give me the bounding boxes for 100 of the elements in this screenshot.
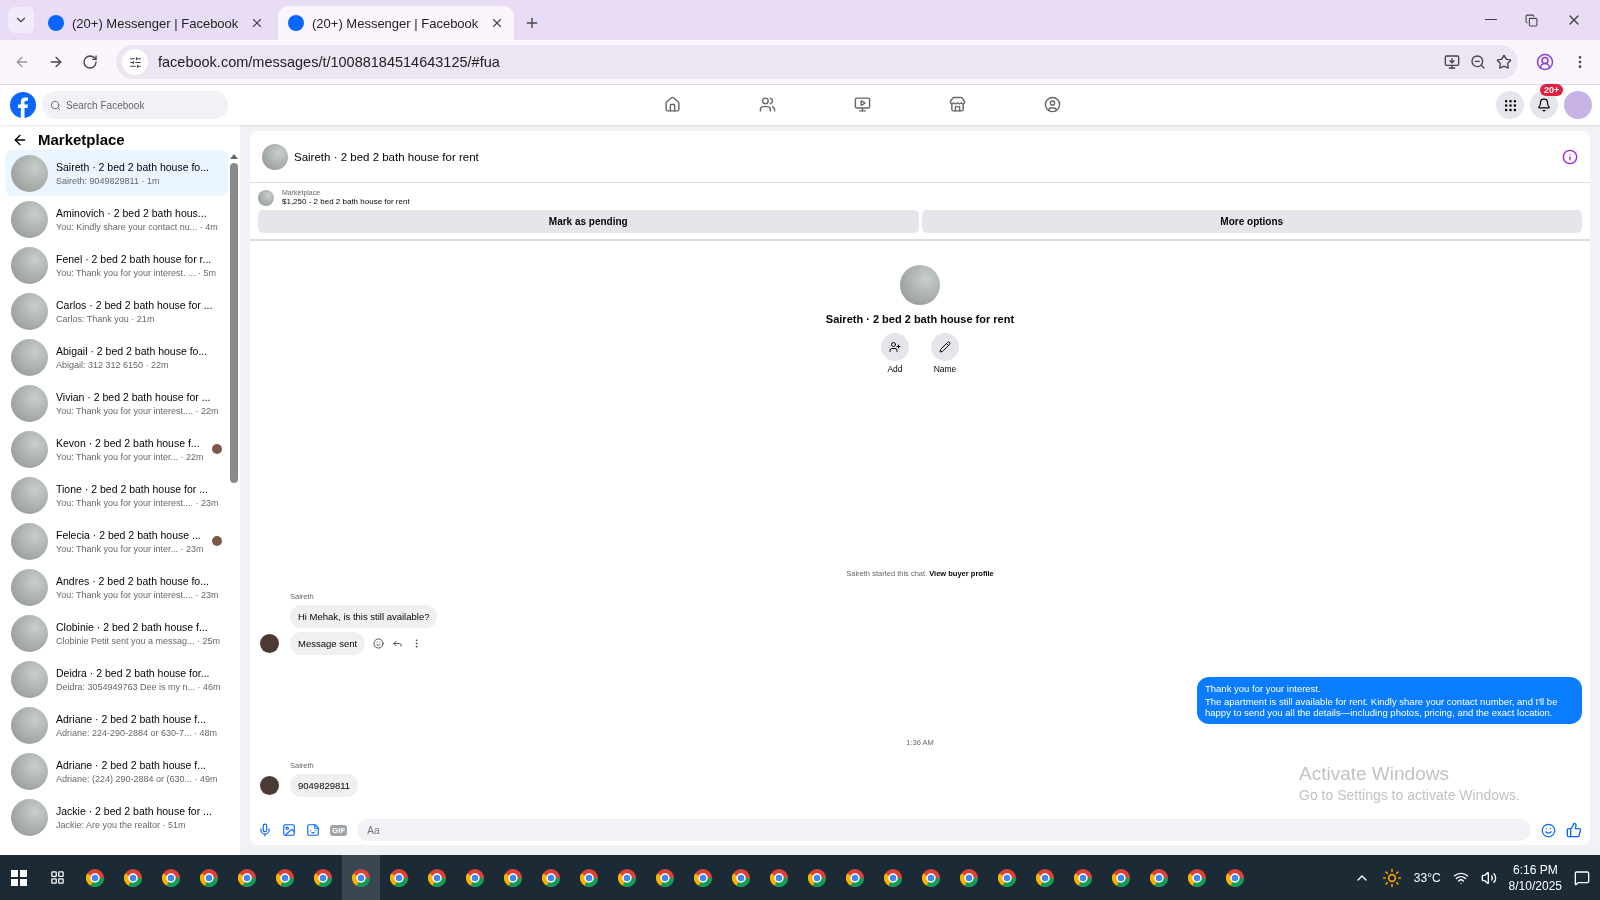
chrome-icon[interactable] <box>693 867 713 888</box>
conversation-title: Aminovich · 2 bed 2 bath hous... <box>56 206 208 219</box>
conversation-item[interactable]: Adriane · 2 bed 2 bath house f... Adriane: 224-290-2884 or 630-7... · 48m <box>5 702 228 748</box>
chrome-icon[interactable] <box>237 867 257 888</box>
conversation-title: Jackie · 2 bed 2 bath house for ... <box>56 804 213 817</box>
microphone-icon <box>258 823 272 837</box>
browser-tab[interactable]: (20+) Messenger | Facebook <box>38 6 274 40</box>
chrome-icon[interactable] <box>1187 867 1207 888</box>
conversation-preview: Adriane: 224-290-2884 or 630-7... · 48m <box>56 727 219 738</box>
chrome-icon[interactable] <box>465 867 485 888</box>
avatar-placeholder <box>11 752 48 790</box>
chrome-icon[interactable] <box>1073 867 1093 888</box>
message-input[interactable]: Aa <box>357 819 1531 841</box>
search-icon <box>50 99 61 111</box>
chrome-icon[interactable] <box>85 867 105 888</box>
chrome-icon[interactable] <box>427 867 447 888</box>
plus-icon <box>524 15 540 31</box>
chrome-icon[interactable] <box>731 867 751 888</box>
conversation-item[interactable]: Andres · 2 bed 2 bath house fo... You: Thank you for your interest.... · 23m <box>5 564 228 610</box>
message-bubble: 9049829811 <box>290 774 359 797</box>
chrome-icon[interactable] <box>1111 867 1131 888</box>
avatar-placeholder <box>11 522 48 560</box>
conversation-item[interactable]: Felecia · 2 bed 2 bath house ... You: Thank you for your inter... · 23m <box>5 518 228 564</box>
sidebar-title: Marketplace <box>38 131 125 148</box>
chat-title: Saireth · 2 bed 2 bath house for rent <box>294 150 480 163</box>
profile-name: Saireth · 2 bed 2 bath house for rent <box>825 313 1015 325</box>
chrome-icon[interactable] <box>959 867 979 888</box>
chrome-icon[interactable] <box>1225 867 1245 888</box>
conversation-item[interactable]: Vivian · 2 bed 2 bath house for ... You: Thank you for your interest.... · 22m <box>5 380 228 426</box>
sliders-icon <box>128 55 142 69</box>
site-info-button[interactable] <box>122 49 148 75</box>
conversation-item[interactable]: Carlos · 2 bed 2 bath house for ... Carlos: Thank you · 21m <box>5 288 228 334</box>
chrome-icon[interactable] <box>1149 867 1169 888</box>
chrome-icon[interactable] <box>617 867 637 888</box>
facebook-logo[interactable] <box>10 92 36 118</box>
restore-icon <box>1525 12 1538 28</box>
chrome-icon[interactable] <box>123 867 143 888</box>
bell-icon <box>1537 98 1551 112</box>
chrome-icon[interactable] <box>655 867 675 888</box>
image-icon <box>282 823 296 837</box>
add-button[interactable]: Add <box>881 333 909 374</box>
notifications-button[interactable] <box>1530 91 1558 119</box>
clock-time: 6:16 PM <box>1512 862 1558 877</box>
action-button[interactable]: More options <box>921 210 1582 233</box>
chrome-icon[interactable] <box>579 867 599 888</box>
conversation-item[interactable]: Jackie · 2 bed 2 bath house for ... Jackie: Are you the realtor · 51m <box>5 794 228 840</box>
browser-tab[interactable]: (20+) Messenger | Facebook <box>278 6 514 40</box>
chrome-icon[interactable] <box>503 867 523 888</box>
conversation-title: Felecia · 2 bed 2 bath house ... <box>56 528 202 541</box>
chrome-icon[interactable] <box>389 867 409 888</box>
name-button[interactable]: Name <box>931 333 959 374</box>
chrome-icon[interactable] <box>313 867 333 888</box>
chrome-icon[interactable] <box>769 867 789 888</box>
conversation-item[interactable]: Clobinie · 2 bed 2 bath house f... Clobinie Petit sent you a messag... · 25m <box>5 610 228 656</box>
volume-icon <box>1480 869 1497 886</box>
conversation-title: Clobinie · 2 bed 2 bath house f... <box>56 620 209 633</box>
conversation-item[interactable]: Deidra · 2 bed 2 bath house for... Deidra: 3054949763 Dee is my n... · 46m <box>5 656 228 702</box>
conversation-title: Tione · 2 bed 2 bath house for ... <box>56 482 209 495</box>
conversation-item[interactable]: Aminovich · 2 bed 2 bath hous... You: Kindly share your contact nu... · 4m <box>5 196 228 242</box>
conversation-preview: Abigail: 312 312 6150 · 22m <box>56 359 170 370</box>
chrome-icon[interactable] <box>883 867 903 888</box>
conversation-title: Kevon · 2 bed 2 bath house f... <box>56 436 201 449</box>
conversation-title: Vivian · 2 bed 2 bath house for ... <box>56 390 212 403</box>
sticker-icon <box>306 823 320 837</box>
avatar-placeholder <box>11 476 48 514</box>
scroll-up-icon[interactable] <box>230 154 238 159</box>
menu-icon[interactable] <box>1496 91 1524 119</box>
conversation-item[interactable]: Kevon · 2 bed 2 bath house f... You: Thank you for your inter... · 22m <box>5 426 228 472</box>
scrollbar-thumb[interactable] <box>230 163 238 483</box>
conversation-item[interactable]: Saireth · 2 bed 2 bath house fo... Saireth: 9049829811 · 1m <box>5 150 228 196</box>
search-field[interactable]: Search Facebook <box>42 91 228 119</box>
activation-subtitle: Go to Settings to activate Windows. <box>1299 787 1520 803</box>
conversation-preview: Deidra: 3054949763 Dee is my n... · 46m <box>56 681 222 692</box>
conversation-title: Saireth · 2 bed 2 bath house fo... <box>56 160 210 173</box>
chrome-icon[interactable] <box>845 867 865 888</box>
chrome-icon[interactable] <box>275 867 295 888</box>
conversation-item[interactable]: Tione · 2 bed 2 bath house for ... You: Thank you for your interest.... · 23m <box>5 472 228 518</box>
avatar-placeholder <box>11 154 48 192</box>
weather-icon <box>1381 867 1402 888</box>
chrome-icon[interactable] <box>997 867 1017 888</box>
conversation-item[interactable]: Adriane · 2 bed 2 bath house f... Adriane: (224) 290-2884 or (630... · 49m <box>5 748 228 794</box>
conversation-item[interactable]: Abigail · 2 bed 2 bath house fo... Abigail: 312 312 6150 · 22m <box>5 334 228 380</box>
conversation-item[interactable]: Fenel · 2 bed 2 bath house for r... You: Thank you for your interest. ... · 5m <box>5 242 228 288</box>
avatar-placeholder <box>11 660 48 698</box>
avatar-placeholder <box>11 338 48 376</box>
chrome-icon[interactable] <box>1035 867 1055 888</box>
chrome-icon[interactable] <box>161 867 181 888</box>
chrome-icon[interactable] <box>921 867 941 888</box>
chrome-icon[interactable] <box>199 867 219 888</box>
conversation-title: Adriane · 2 bed 2 bath house f... <box>56 712 208 725</box>
conversation-preview: You: Thank you for your inter... · 23m <box>56 543 204 554</box>
action-button[interactable]: Mark as pending <box>258 210 919 233</box>
chrome-icon[interactable] <box>807 867 827 888</box>
smile-icon <box>373 638 385 649</box>
activation-title: Activate Windows <box>1299 763 1450 785</box>
chrome-icon[interactable] <box>351 867 371 888</box>
avatar-placeholder <box>11 430 48 468</box>
close-icon <box>250 16 264 30</box>
conversation-preview: You: Thank you for your interest.... · 22m <box>56 405 220 416</box>
chrome-icon[interactable] <box>541 867 561 888</box>
